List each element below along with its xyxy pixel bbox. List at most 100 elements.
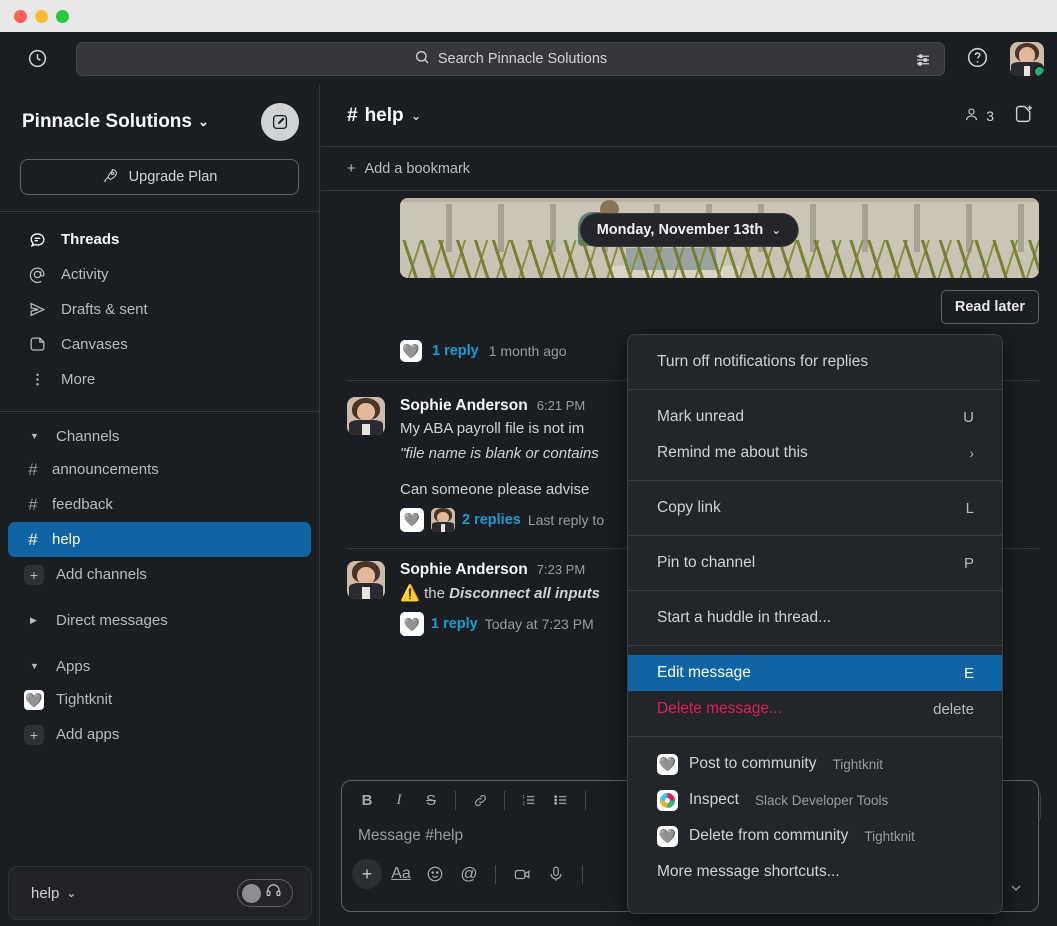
- chevron-down-icon: ⌄: [197, 114, 209, 129]
- message-timestamp[interactable]: 6:21 PM: [537, 398, 585, 413]
- sidebar-add-channels[interactable]: + Add channels: [8, 557, 311, 592]
- bold-button[interactable]: B: [352, 786, 382, 814]
- avatar[interactable]: [347, 397, 385, 435]
- action-divider: [495, 864, 496, 884]
- menu-item-copy-link[interactable]: Copy link L: [628, 490, 1002, 526]
- compose-button[interactable]: [261, 103, 299, 141]
- help-question-icon[interactable]: [962, 42, 992, 72]
- add-bookmark-button[interactable]: + Add a bookmark: [321, 147, 1057, 191]
- thread-reply-count[interactable]: 1 reply: [431, 616, 478, 632]
- italic-button[interactable]: I: [384, 786, 414, 814]
- menu-item-remind-me[interactable]: Remind me about this ›: [628, 435, 1002, 471]
- caret-down-icon: ▼: [30, 661, 39, 671]
- sidebar-item-label: Drafts & sent: [61, 301, 148, 318]
- filter-sliders-icon[interactable]: [914, 51, 932, 74]
- menu-item-delete-from-community[interactable]: 🩶 Delete from community Tightknit: [628, 818, 1002, 854]
- menu-item-start-huddle[interactable]: Start a huddle in thread...: [628, 600, 1002, 636]
- read-later-button[interactable]: Read later: [940, 290, 1039, 324]
- sidebar-item-label: More: [61, 371, 96, 388]
- sidebar-item-label: Threads: [61, 231, 120, 248]
- video-button[interactable]: [507, 860, 537, 888]
- upgrade-plan-label: Upgrade Plan: [128, 169, 218, 185]
- formatting-toggle-button[interactable]: Aa: [386, 860, 416, 888]
- message-text-line-2: "file name is blank or contains: [400, 443, 604, 465]
- sidebar-channel-announcements[interactable]: # announcements: [8, 452, 311, 487]
- sidebar-nav: Threads Activity Drafts & sent Canvases …: [0, 212, 319, 397]
- chevron-down-icon: ⌄: [771, 223, 782, 237]
- add-canvas-icon[interactable]: [1014, 103, 1035, 129]
- channel-header-actions: 3: [963, 103, 1035, 129]
- window-titlebar: [0, 0, 1057, 32]
- member-count-button[interactable]: 3: [963, 106, 994, 126]
- menu-item-turn-off-notifications[interactable]: Turn off notifications for replies: [628, 344, 1002, 380]
- menu-item-shortcut: E: [963, 664, 974, 682]
- search-input[interactable]: Search Pinnacle Solutions: [76, 42, 945, 76]
- sidebar-item-activity[interactable]: Activity: [0, 257, 319, 292]
- section-header-channels[interactable]: ▼ Channels: [0, 420, 319, 452]
- attach-plus-button[interactable]: +: [352, 859, 382, 889]
- thread-replies-row[interactable]: 🩶 2 replies Last reply to: [400, 507, 604, 532]
- sidebar-bottom-bar: help ⌄: [8, 866, 312, 920]
- plus-icon: +: [24, 724, 44, 745]
- minimize-window-button[interactable]: [35, 9, 48, 23]
- menu-item-label: Copy link: [657, 499, 721, 516]
- close-window-button[interactable]: [14, 9, 27, 23]
- menu-item-pin-to-channel[interactable]: Pin to channel P: [628, 545, 1002, 581]
- audio-button[interactable]: [541, 860, 571, 888]
- section-header-apps[interactable]: ▼ Apps: [0, 650, 319, 682]
- caret-down-icon: ▼: [30, 431, 39, 441]
- menu-item-delete-message[interactable]: Delete message... delete: [628, 691, 1002, 727]
- workspace-name: Pinnacle Solutions: [22, 111, 192, 132]
- action-divider-2: [582, 864, 583, 884]
- sidebar-add-apps[interactable]: + Add apps: [8, 717, 311, 752]
- huddle-toggle[interactable]: [237, 879, 293, 907]
- link-button[interactable]: [465, 786, 495, 814]
- inspect-app-icon: [657, 789, 678, 811]
- user-avatar[interactable]: [1010, 42, 1044, 76]
- menu-item-inspect[interactable]: Inspect Slack Developer Tools: [628, 782, 1002, 818]
- thread-reply-count[interactable]: 2 replies: [462, 512, 521, 528]
- message-timestamp[interactable]: 7:23 PM: [537, 562, 585, 577]
- sidebar-item-more[interactable]: More: [0, 362, 319, 397]
- bulleted-list-button[interactable]: [546, 786, 576, 814]
- add-bookmark-label: Add a bookmark: [364, 160, 471, 177]
- sidebar-item-canvases[interactable]: Canvases: [0, 327, 319, 362]
- menu-item-label: Post to community: [689, 755, 817, 772]
- message-author[interactable]: Sophie Anderson: [400, 397, 528, 415]
- thread-replies-row[interactable]: 🩶 1 reply Today at 7:23 PM: [400, 612, 600, 637]
- app-label: Add apps: [56, 726, 120, 743]
- sidebar-item-label: Activity: [61, 266, 109, 283]
- section-header-direct-messages[interactable]: ▶ Direct messages: [0, 604, 319, 636]
- sidebar-app-tightknit[interactable]: 🩶 Tightknit: [8, 682, 311, 717]
- strikethrough-button[interactable]: S: [416, 786, 446, 814]
- menu-item-post-to-community[interactable]: 🩶 Post to community Tightknit: [628, 746, 1002, 782]
- message-author[interactable]: Sophie Anderson: [400, 561, 528, 579]
- sidebar-channel-help[interactable]: # help: [8, 522, 311, 557]
- chevron-right-icon: ›: [969, 445, 974, 461]
- history-clock-icon[interactable]: [22, 44, 52, 74]
- sidebar-item-threads[interactable]: Threads: [0, 222, 319, 257]
- emoji-button[interactable]: [420, 860, 450, 888]
- thread-reply-count[interactable]: 1 reply: [432, 343, 479, 359]
- menu-item-label: Remind me about this: [657, 444, 808, 461]
- menu-item-more-shortcuts[interactable]: More message shortcuts...: [628, 854, 1002, 890]
- section-title: Channels: [56, 427, 120, 445]
- chevron-down-icon[interactable]: [1008, 880, 1024, 901]
- upgrade-plan-button[interactable]: Upgrade Plan: [20, 159, 299, 195]
- workspace-switcher[interactable]: Pinnacle Solutions ⌄: [22, 111, 209, 133]
- tightknit-app-icon: 🩶: [657, 753, 678, 775]
- context-menu-group: Edit message E Delete message... delete: [628, 645, 1002, 727]
- menu-item-edit-message[interactable]: Edit message E: [628, 655, 1002, 691]
- context-menu-group: Mark unread U Remind me about this ›: [628, 389, 1002, 480]
- ordered-list-button[interactable]: 12: [514, 786, 544, 814]
- sidebar-item-drafts-sent[interactable]: Drafts & sent: [0, 292, 319, 327]
- sidebar-channel-feedback[interactable]: # feedback: [8, 487, 311, 522]
- maximize-window-button[interactable]: [56, 9, 69, 23]
- bottom-channel-switcher[interactable]: help ⌄: [31, 885, 76, 902]
- date-divider[interactable]: Monday, November 13th ⌄: [579, 213, 799, 247]
- plus-icon: +: [347, 160, 356, 177]
- avatar[interactable]: [347, 560, 385, 599]
- channel-title[interactable]: # help ⌄: [347, 105, 422, 127]
- mention-button[interactable]: @: [454, 860, 484, 888]
- menu-item-mark-unread[interactable]: Mark unread U: [628, 399, 1002, 435]
